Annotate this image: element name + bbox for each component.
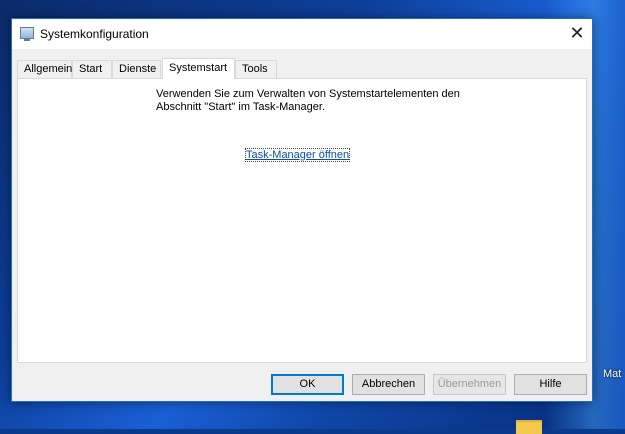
tab-allgemein[interactable]: Allgemein <box>17 60 72 78</box>
tab-start[interactable]: Start <box>72 60 112 78</box>
tab-systemstart[interactable]: Systemstart <box>162 58 235 79</box>
info-text: Verwenden Sie zum Verwalten von Systemst… <box>156 88 460 113</box>
msconfig-icon <box>20 27 34 41</box>
system-configuration-window: Systemkonfiguration ✕ Allgemein Start Di… <box>11 18 593 402</box>
desktop-icon-label[interactable]: Mat <box>603 368 623 380</box>
open-task-manager-link[interactable]: Task-Manager öffnen <box>244 148 351 162</box>
close-button[interactable]: ✕ <box>562 19 592 49</box>
title-bar[interactable]: Systemkonfiguration ✕ <box>12 19 592 49</box>
tab-tools[interactable]: Tools <box>235 60 277 78</box>
help-button[interactable]: Hilfe <box>514 374 587 395</box>
apply-button[interactable]: Übernehmen <box>433 374 506 395</box>
folder-icon[interactable] <box>516 420 542 434</box>
cancel-button[interactable]: Abbrechen <box>352 374 425 395</box>
ok-button[interactable]: OK <box>271 374 344 395</box>
window-title: Systemkonfiguration <box>40 27 149 41</box>
tab-dienste[interactable]: Dienste <box>112 60 161 78</box>
tab-panel-systemstart: Verwenden Sie zum Verwalten von Systemst… <box>17 78 587 363</box>
